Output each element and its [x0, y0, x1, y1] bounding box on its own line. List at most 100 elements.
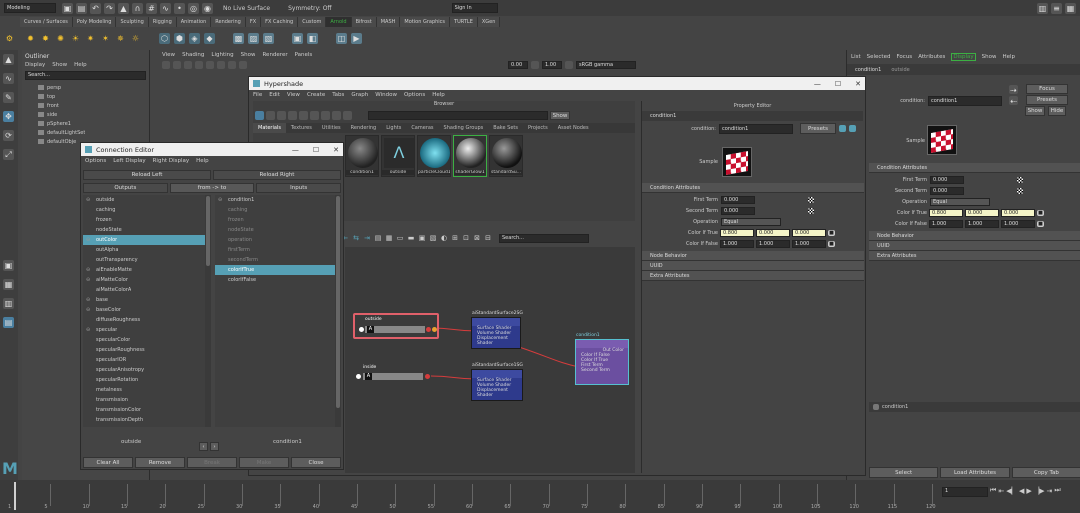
- flush-cache-icon[interactable]: ◆: [204, 32, 215, 44]
- smooth-shade-icon[interactable]: [195, 61, 203, 69]
- sun-light-icon[interactable]: ✹: [25, 33, 36, 44]
- port-displacement[interactable]: Displacement Shader: [472, 388, 522, 398]
- symmetry-label[interactable]: Symmetry: Off: [288, 5, 331, 12]
- ce-list-item[interactable]: caching: [83, 205, 205, 215]
- port-out[interactable]: [425, 374, 430, 379]
- pe-tab[interactable]: condition1: [642, 111, 863, 121]
- pe-first-term-field[interactable]: 0.000: [721, 195, 755, 204]
- pe-condition-name[interactable]: condition1: [719, 123, 793, 134]
- ce-menu-item[interactable]: Right Display: [153, 158, 190, 164]
- shelf-tab[interactable]: XGen: [477, 17, 501, 27]
- isolate-icon[interactable]: [239, 61, 247, 69]
- panel-icon[interactable]: ▦: [1065, 2, 1076, 14]
- ce-reload-right-button[interactable]: Reload Right: [213, 169, 341, 180]
- outliner-item[interactable]: top: [38, 92, 149, 101]
- viewport-menu-item[interactable]: Shading: [182, 52, 204, 58]
- pe-uuid-section[interactable]: UUID: [642, 261, 864, 271]
- redo-icon[interactable]: ↷: [104, 2, 115, 14]
- ae-if-false-g[interactable]: 1.000: [965, 219, 999, 228]
- ce-list-item[interactable]: metalness: [83, 385, 205, 395]
- rotate-tool-icon[interactable]: ⟳: [3, 130, 14, 141]
- render-settings-icon[interactable]: ▩: [233, 32, 244, 44]
- load-input-icon[interactable]: ⇢: [1009, 84, 1018, 95]
- ce-list-item[interactable]: caching: [215, 205, 335, 215]
- close-icon[interactable]: ✕: [333, 146, 339, 154]
- step-forward-key-icon[interactable]: ⇥: [1047, 487, 1053, 495]
- ae-second-term-map-icon[interactable]: [1017, 187, 1023, 194]
- pe-extra-section[interactable]: Extra Attributes: [642, 271, 864, 281]
- ae-tab-condition[interactable]: condition1: [855, 67, 881, 73]
- ce-menu-item[interactable]: Left Display: [113, 158, 145, 164]
- paint-tool-icon[interactable]: ✎: [3, 92, 14, 103]
- pe-if-true-b[interactable]: 0.000: [792, 228, 826, 237]
- photometric-light-icon[interactable]: ✵: [115, 33, 126, 44]
- ce-list-item[interactable]: firstTerm: [215, 245, 335, 255]
- ce-reload-left-button[interactable]: Reload Left: [83, 169, 211, 180]
- folder-icon[interactable]: ▣: [62, 2, 73, 14]
- ae-tab-outside[interactable]: outside: [891, 67, 909, 73]
- pe-load-output-icon[interactable]: [849, 125, 856, 132]
- ae-if-false-connect-icon[interactable]: ■: [1037, 220, 1044, 227]
- ce-list-item[interactable]: ⊖ base: [83, 295, 205, 305]
- select-icon[interactable]: ▲: [118, 2, 129, 14]
- graph-node-inside[interactable]: inside A: [356, 365, 431, 385]
- pe-if-true-g[interactable]: 0.000: [756, 228, 790, 237]
- ce-list-item[interactable]: specularRoughness: [83, 345, 205, 355]
- viewport-menu-item[interactable]: Lighting: [211, 52, 233, 58]
- ce-list-item[interactable]: outTransparency: [83, 255, 205, 265]
- standin-icon[interactable]: ⬡: [159, 32, 170, 44]
- curve-collector-icon[interactable]: ◈: [189, 32, 200, 44]
- pe-first-term-map-icon[interactable]: [808, 196, 814, 203]
- outliner-item[interactable]: pSphere1: [38, 119, 149, 128]
- ce-arrow-left-icon[interactable]: ‹: [199, 442, 208, 451]
- license-icon[interactable]: ▧: [263, 32, 274, 44]
- outliner-menu-item[interactable]: Show: [52, 62, 67, 68]
- undo-icon[interactable]: ↶: [90, 2, 101, 14]
- ce-list-item[interactable]: ⊖ baseColor: [83, 305, 205, 315]
- graph-node-outside[interactable]: outside A: [353, 313, 439, 339]
- ce-list-item[interactable]: transmissionDepth: [83, 415, 205, 425]
- ae-if-true-g[interactable]: 0.000: [965, 208, 999, 217]
- ce-list-item[interactable]: nodeState: [83, 225, 205, 235]
- ce-list-item[interactable]: ⊖ specular: [83, 325, 205, 335]
- ao-icon[interactable]: ▣: [292, 32, 303, 44]
- port-out-alpha[interactable]: [432, 327, 437, 332]
- ce-list-item[interactable]: ⊖ condition1: [215, 195, 335, 205]
- sign-in-button[interactable]: Sign In: [451, 3, 498, 13]
- shelf-tab[interactable]: Animation: [176, 17, 212, 27]
- shelf-tab[interactable]: Bifrost: [351, 17, 377, 27]
- live-surface-label[interactable]: No Live Surface: [223, 5, 270, 12]
- ae-menu-item[interactable]: Show: [982, 54, 997, 60]
- point-snap-icon[interactable]: •: [174, 2, 185, 14]
- ce-remove-button[interactable]: Remove: [135, 457, 185, 468]
- ce-close-button[interactable]: Close: [291, 457, 341, 468]
- ce-list-item[interactable]: colorIfFalse: [215, 275, 335, 285]
- point-light-icon[interactable]: ✸: [40, 33, 51, 44]
- viewport-menu-item[interactable]: Renderer: [262, 52, 287, 58]
- ce-list-item[interactable]: specularRotation: [83, 375, 205, 385]
- ce-clear-all-button[interactable]: Clear All: [83, 457, 133, 468]
- ae-if-true-connect-icon[interactable]: ■: [1037, 209, 1044, 216]
- pe-if-true-connect-icon[interactable]: ■: [828, 229, 835, 236]
- shadow-icon[interactable]: [228, 61, 236, 69]
- ce-break-button[interactable]: Break: [187, 457, 237, 468]
- grid-icon[interactable]: [173, 61, 181, 69]
- graph-node-surface1[interactable]: aiStandardSurface1SG Surface Shader Volu…: [471, 363, 523, 401]
- playhead[interactable]: [14, 482, 16, 510]
- go-end-icon[interactable]: ⏭: [1054, 486, 1060, 495]
- shelf-tab[interactable]: FX Caching: [261, 17, 299, 27]
- ce-list-item[interactable]: ⊖ aiEnableMatte: [83, 265, 205, 275]
- ce-left-scrollbar[interactable]: [205, 195, 211, 427]
- area-light-icon[interactable]: ☀: [70, 33, 81, 44]
- ce-make-button[interactable]: Make: [239, 457, 289, 468]
- spot-light-icon[interactable]: ✺: [55, 33, 66, 44]
- colorspace-icon[interactable]: [565, 61, 573, 69]
- four-view-icon[interactable]: ▦: [3, 279, 14, 290]
- shelf-tab[interactable]: Arnold: [326, 17, 352, 27]
- save-icon[interactable]: ▤: [76, 2, 87, 14]
- ae-menu-item[interactable]: Focus: [896, 54, 912, 60]
- viewport-menu-item[interactable]: View: [162, 52, 175, 58]
- select-tool-icon[interactable]: ▲: [3, 54, 14, 65]
- magnet-icon[interactable]: ∩: [132, 2, 143, 14]
- ae-if-true-b[interactable]: 0.000: [1001, 208, 1035, 217]
